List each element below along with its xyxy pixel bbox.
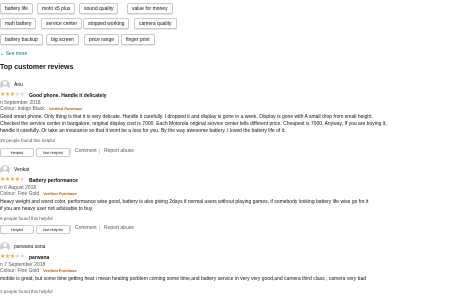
verified-badge: Verified Purchase — [48, 106, 83, 111]
helpful-count: 9 people found this helpful — [0, 216, 53, 221]
reviewer-name[interactable]: Anu — [14, 82, 23, 88]
comment-link[interactable]: Comment — [75, 225, 97, 231]
filter-chip[interactable]: value for money — [127, 3, 173, 14]
filter-chip[interactable]: service center — [41, 18, 83, 29]
review-body: Heavy weight and worst color, performanc… — [0, 199, 369, 213]
avatar — [0, 80, 10, 90]
filter-chip[interactable]: camera quality — [134, 18, 177, 29]
not-helpful-button[interactable]: Not Helpful — [36, 148, 70, 157]
divider — [99, 225, 100, 231]
filter-chip[interactable]: battery life — [0, 3, 34, 14]
review-body-line: Good smart phone. Only thing is that it … — [0, 114, 373, 120]
helpful-count: 3 people found this helpful — [0, 289, 53, 294]
filter-chip[interactable]: big screen — [46, 34, 80, 45]
product-colour: Colour: Fine Gold — [0, 268, 40, 274]
divider — [99, 148, 100, 154]
product-colour: Colour: Indigo Black — [0, 106, 45, 112]
star-rating[interactable]: ★★★★★ — [0, 177, 25, 184]
filter-chip[interactable]: mah battery — [0, 18, 37, 29]
avatar — [0, 165, 10, 175]
star-rating[interactable]: ★★★★★ — [0, 92, 25, 99]
comment-link[interactable]: Comment — [75, 148, 97, 154]
review-meta: Colour: Fine Gold Verified Purchase — [0, 268, 77, 274]
review-body: mobile is great, but some time getting h… — [0, 276, 366, 283]
review-title[interactable]: parwana — [29, 255, 49, 261]
review-meta: Colour: Indigo Black Verified Purchase — [0, 106, 82, 112]
review-meta: Colour: Fine Gold Verified Purchase — [0, 191, 77, 197]
star-rating[interactable]: ★★★★★ — [0, 254, 25, 261]
reviewer-name[interactable]: Venkat — [14, 167, 29, 173]
verified-badge: Verified Purchase — [43, 191, 77, 196]
reviewer-name[interactable]: parwana sona — [14, 244, 45, 250]
review-body-line: mobile is great, but some time getting h… — [0, 276, 367, 282]
not-helpful-button[interactable]: Not Helpful — [36, 225, 70, 234]
review-body-line: handle it carefully. Or take an insuranc… — [0, 128, 286, 134]
avatar — [0, 242, 10, 252]
divider — [70, 148, 71, 154]
filter-chip[interactable]: price range — [84, 34, 120, 45]
see-more-link[interactable]: ⌄ See more — [0, 51, 27, 57]
helpful-button[interactable]: Helpful — [0, 225, 34, 234]
filter-chip[interactable]: moto x5 plus — [37, 3, 76, 14]
product-colour: Colour: Fine Gold — [0, 191, 40, 197]
review-body: Good smart phone. Only thing is that it … — [0, 114, 387, 135]
helpful-count: 25 people found this helpful — [0, 138, 56, 143]
divider — [70, 225, 71, 231]
filter-chip[interactable]: sound quality — [79, 3, 119, 14]
report-abuse-link[interactable]: Report abuse — [104, 225, 134, 231]
review-body-line: Checked the service center in bangalore,… — [0, 121, 387, 127]
filter-chip[interactable]: stopped working — [83, 18, 130, 29]
helpful-button[interactable]: Helpful — [0, 148, 34, 157]
review-body-line: if you are heavy user not advisable to b… — [0, 206, 93, 212]
filter-chip[interactable]: finger print — [121, 34, 155, 45]
review-title[interactable]: Good phone. Handle it delicately — [29, 93, 107, 99]
verified-badge: Verified Purchase — [43, 268, 77, 273]
review-body-line: Heavy weight and worst color, performanc… — [0, 199, 369, 205]
filter-chip[interactable]: battery backup — [0, 34, 43, 45]
report-abuse-link[interactable]: Report abuse — [104, 148, 134, 154]
review-title[interactable]: Battery performance — [29, 178, 78, 184]
top-reviews-heading: Top customer reviews — [0, 64, 74, 71]
